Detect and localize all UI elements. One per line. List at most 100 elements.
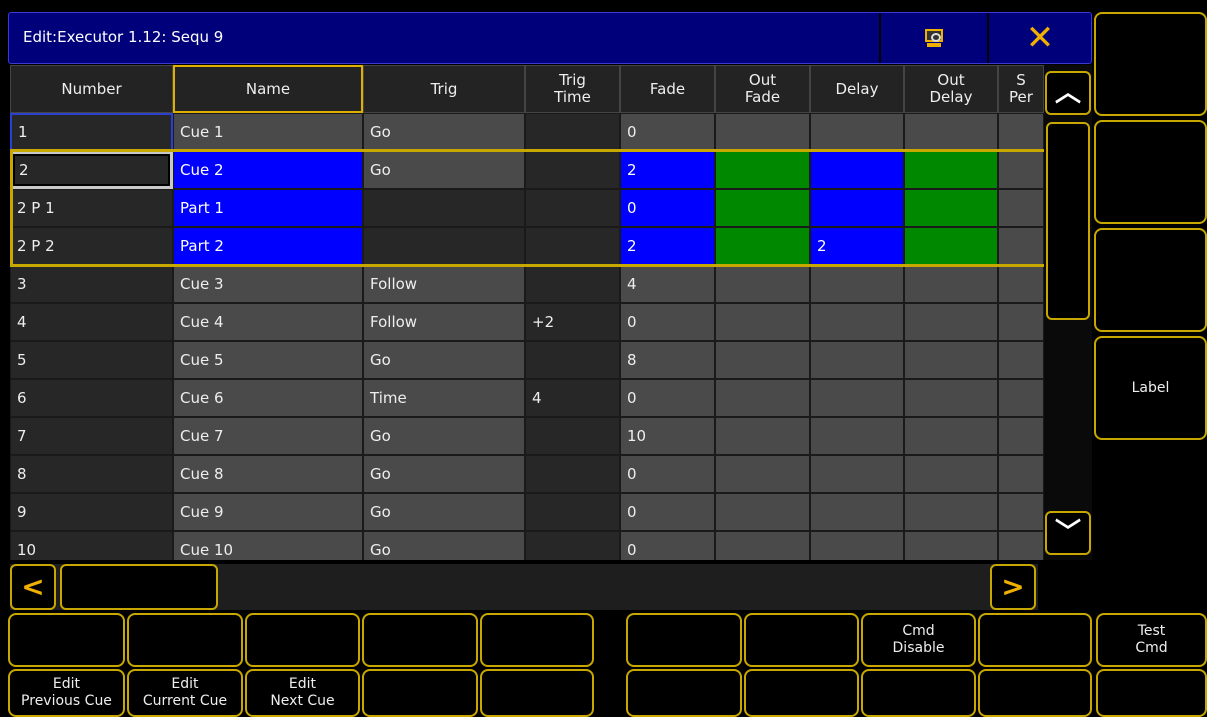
cell-number[interactable]: 10 xyxy=(10,531,173,560)
scroll-right-button[interactable]: > xyxy=(990,564,1036,610)
cell-trig[interactable]: Follow xyxy=(363,265,525,303)
cell-trig[interactable]: Time xyxy=(363,379,525,417)
cell-speed-percent[interactable] xyxy=(998,265,1044,303)
cell-number[interactable]: 1 xyxy=(10,113,173,151)
cell-out-delay[interactable] xyxy=(904,493,998,531)
cell-trig[interactable]: Go xyxy=(363,151,525,189)
scroll-left-button[interactable]: < xyxy=(10,564,56,610)
cell-trig-time[interactable] xyxy=(525,341,620,379)
cell-delay[interactable] xyxy=(810,265,904,303)
cell-out-fade[interactable] xyxy=(715,227,810,265)
cell-trig-time[interactable] xyxy=(525,493,620,531)
column-header-out-fade[interactable]: Out Fade xyxy=(715,65,810,113)
cell-name[interactable]: Cue 3 xyxy=(173,265,363,303)
side-button-1[interactable] xyxy=(1094,12,1207,116)
cell-name[interactable]: Cue 6 xyxy=(173,379,363,417)
cell-fade[interactable]: 0 xyxy=(620,379,715,417)
cell-number[interactable]: 6 xyxy=(10,379,173,417)
cell-out-delay[interactable] xyxy=(904,417,998,455)
cell-out-fade[interactable] xyxy=(715,379,810,417)
cell-delay[interactable] xyxy=(810,113,904,151)
scroll-up-button[interactable]: ︿ xyxy=(1045,71,1091,115)
cell-number[interactable]: 7 xyxy=(10,417,173,455)
cell-number[interactable]: 4 xyxy=(10,303,173,341)
cell-out-fade[interactable] xyxy=(715,151,810,189)
cell-out-fade[interactable] xyxy=(715,303,810,341)
cell-name[interactable]: Cue 1 xyxy=(173,113,363,151)
cell-out-delay[interactable] xyxy=(904,303,998,341)
cell-fade[interactable]: 0 xyxy=(620,303,715,341)
monitor-button[interactable] xyxy=(879,13,987,63)
side-button-2[interactable] xyxy=(1094,120,1207,224)
side-button-3[interactable] xyxy=(1094,228,1207,332)
cell-speed-percent[interactable] xyxy=(998,113,1044,151)
cell-trig[interactable] xyxy=(363,189,525,227)
cell-name[interactable]: Cue 7 xyxy=(173,417,363,455)
cell-name[interactable]: Part 2 xyxy=(173,227,363,265)
cell-delay[interactable] xyxy=(810,379,904,417)
cell-fade[interactable]: 8 xyxy=(620,341,715,379)
cell-trig[interactable]: Go xyxy=(363,531,525,560)
cell-out-delay[interactable] xyxy=(904,455,998,493)
cell-fade[interactable]: 0 xyxy=(620,493,715,531)
bottom-button-2-5[interactable] xyxy=(480,669,594,717)
label-button[interactable]: Label xyxy=(1094,336,1207,440)
cell-speed-percent[interactable] xyxy=(998,341,1044,379)
cell-trig-time[interactable] xyxy=(525,113,620,151)
cell-number[interactable]: 8 xyxy=(10,455,173,493)
bottom-button-2-4[interactable] xyxy=(362,669,478,717)
cell-speed-percent[interactable] xyxy=(998,189,1044,227)
cell-fade[interactable]: 0 xyxy=(620,189,715,227)
cell-name[interactable]: Cue 5 xyxy=(173,341,363,379)
cell-fade[interactable]: 2 xyxy=(620,227,715,265)
cell-speed-percent[interactable] xyxy=(998,531,1044,560)
column-header-fade[interactable]: Fade xyxy=(620,65,715,113)
cell-fade[interactable]: 10 xyxy=(620,417,715,455)
cell-out-delay[interactable] xyxy=(904,189,998,227)
cell-name[interactable]: Cue 10 xyxy=(173,531,363,560)
horizontal-scroll-thumb[interactable] xyxy=(60,564,218,610)
cell-delay[interactable] xyxy=(810,417,904,455)
column-header-trig[interactable]: Trig xyxy=(363,65,525,113)
cell-speed-percent[interactable] xyxy=(998,417,1044,455)
bottom-button-1-1[interactable] xyxy=(8,613,125,667)
bottom-button-2-7[interactable] xyxy=(744,669,859,717)
bottom-button-1-2[interactable] xyxy=(127,613,243,667)
cell-out-delay[interactable] xyxy=(904,151,998,189)
cell-trig-time[interactable] xyxy=(525,531,620,560)
cell-trig[interactable]: Follow xyxy=(363,303,525,341)
cell-delay[interactable] xyxy=(810,303,904,341)
cell-fade[interactable]: 0 xyxy=(620,531,715,560)
cell-out-fade[interactable] xyxy=(715,417,810,455)
cell-delay[interactable]: 2 xyxy=(810,227,904,265)
cell-out-fade[interactable] xyxy=(715,455,810,493)
cell-trig-time[interactable] xyxy=(525,227,620,265)
cell-name[interactable]: Cue 9 xyxy=(173,493,363,531)
bottom-button-1-4[interactable] xyxy=(362,613,478,667)
cell-name[interactable]: Part 1 xyxy=(173,189,363,227)
cell-trig-time[interactable] xyxy=(525,151,620,189)
cell-number[interactable]: 5 xyxy=(10,341,173,379)
bottom-button-2-9[interactable] xyxy=(978,669,1092,717)
bottom-button-2-6[interactable] xyxy=(626,669,742,717)
bottom-button-1-6[interactable] xyxy=(626,613,742,667)
bottom-button-2-8[interactable] xyxy=(861,669,976,717)
cell-delay[interactable] xyxy=(810,151,904,189)
cell-fade[interactable]: 2 xyxy=(620,151,715,189)
cell-out-fade[interactable] xyxy=(715,113,810,151)
cell-out-delay[interactable] xyxy=(904,265,998,303)
cell-out-fade[interactable] xyxy=(715,265,810,303)
edit-next-cue-button[interactable]: Edit Next Cue xyxy=(245,669,360,717)
cell-speed-percent[interactable] xyxy=(998,455,1044,493)
cell-number[interactable]: 2 P 2 xyxy=(10,227,173,265)
cell-speed-percent[interactable] xyxy=(998,493,1044,531)
cell-trig-time[interactable] xyxy=(525,265,620,303)
cell-name[interactable]: Cue 4 xyxy=(173,303,363,341)
cell-out-delay[interactable] xyxy=(904,227,998,265)
cell-number[interactable]: 3 xyxy=(10,265,173,303)
cell-out-fade[interactable] xyxy=(715,341,810,379)
cell-trig[interactable]: Go xyxy=(363,455,525,493)
cell-trig-time[interactable]: 4 xyxy=(525,379,620,417)
cell-trig[interactable]: Go xyxy=(363,417,525,455)
column-header-speed-percent[interactable]: S Per xyxy=(998,65,1044,113)
